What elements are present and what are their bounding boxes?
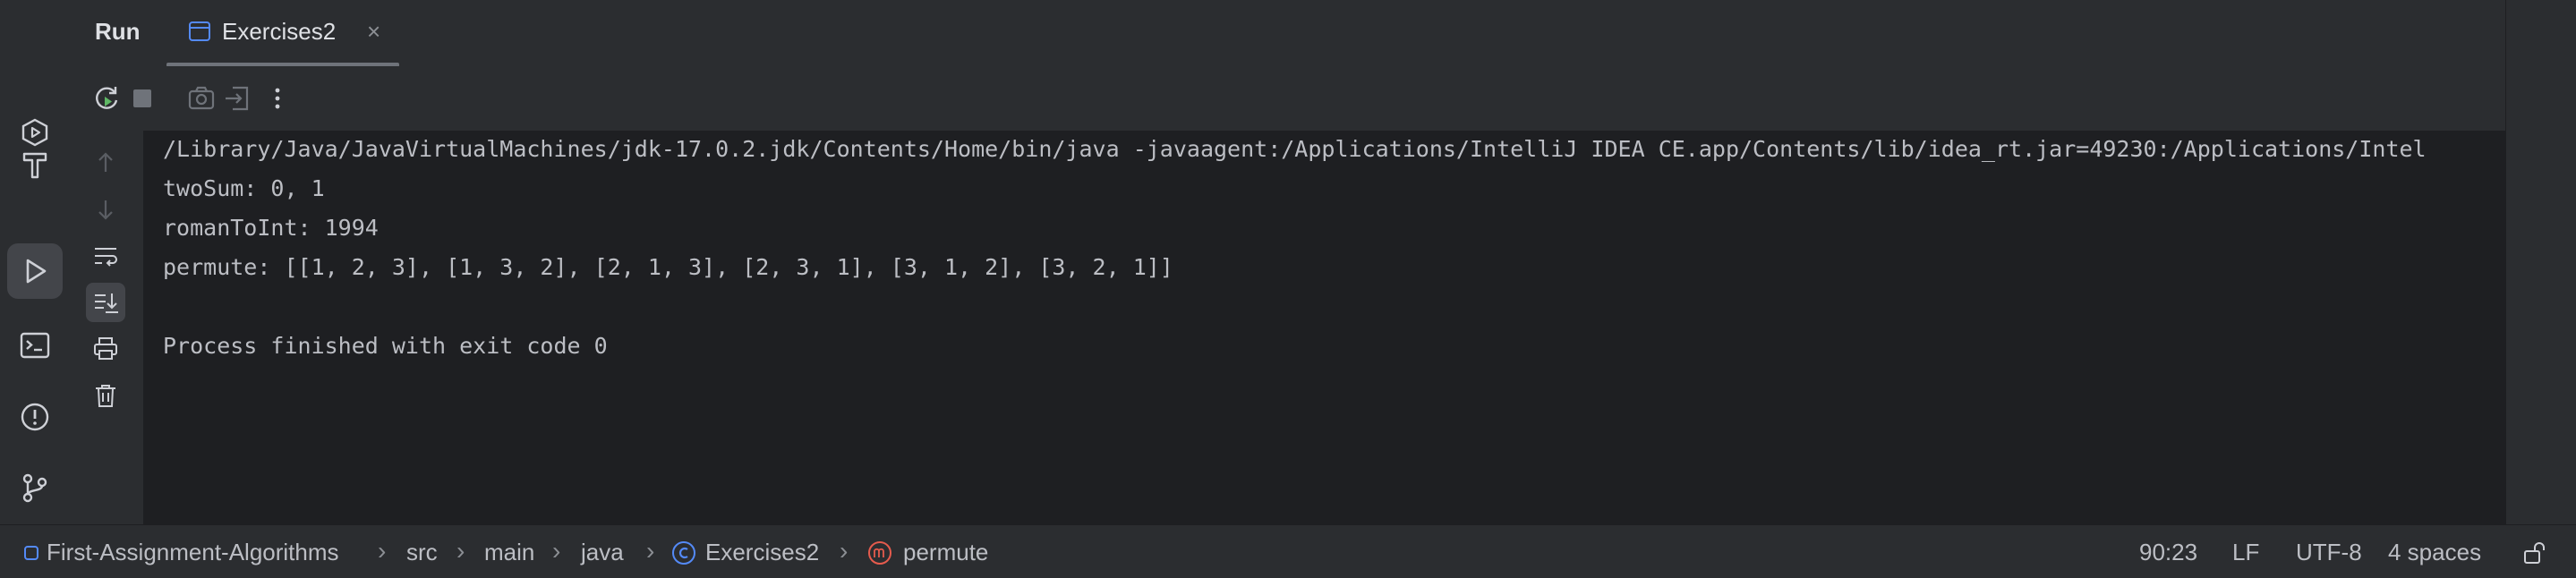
right-tool-strip (2505, 0, 2576, 524)
scroll-to-end-button[interactable] (86, 283, 125, 322)
git-icon (22, 473, 47, 503)
clear-button[interactable] (86, 376, 125, 415)
breadcrumb-project[interactable]: First-Assignment-Algorithms (47, 539, 339, 566)
chevron-right-icon: › (840, 537, 849, 565)
problems-icon (21, 403, 49, 431)
breadcrumb-class[interactable]: Exercises2 (705, 539, 819, 566)
run-header: Run Exercises2 × (72, 0, 2506, 67)
chevron-right-icon: › (646, 537, 655, 565)
lock-icon[interactable] (2521, 540, 2547, 566)
scroll-up-button[interactable] (86, 143, 125, 183)
breadcrumb-method[interactable]: permute (903, 539, 988, 566)
class-icon (672, 541, 695, 565)
terminal-button[interactable] (7, 318, 63, 373)
indent-setting[interactable]: 4 spaces (2388, 539, 2481, 566)
git-button[interactable] (7, 460, 63, 515)
clear-icon (96, 385, 115, 407)
run-tool-window: Run Exercises2 × /Library/Java/JavaVirtu… (0, 0, 2576, 578)
line-separator[interactable]: LF (2232, 539, 2259, 566)
console-line: Process finished with exit code 0 (163, 333, 608, 359)
status-bar: First-Assignment-Algorithms › src › main… (0, 524, 2576, 578)
console-actions (72, 131, 143, 524)
chevron-right-icon: › (552, 537, 561, 565)
tab-title: Exercises2 (222, 18, 337, 45)
chevron-right-icon: › (378, 537, 387, 565)
application-window-icon (189, 21, 210, 41)
run-icon (26, 259, 47, 284)
scroll-up-icon (98, 152, 113, 172)
stop-icon (133, 89, 151, 107)
run-tool-title: Run (95, 18, 141, 45)
scroll-down-icon (98, 200, 113, 220)
console-line: romanToInt: 1994 (163, 215, 379, 241)
breadcrumb-java[interactable]: java (581, 539, 624, 566)
exit-icon (226, 86, 249, 111)
print-button[interactable] (86, 329, 125, 369)
build-hammer-icon (22, 152, 47, 179)
chevron-right-icon: › (456, 537, 465, 565)
left-tool-strip (0, 0, 73, 524)
screenshot-icon (188, 86, 215, 110)
console-line: /Library/Java/JavaVirtualMachines/jdk-17… (163, 136, 2427, 162)
file-encoding[interactable]: UTF-8 (2296, 539, 2362, 566)
rerun-button[interactable] (89, 81, 124, 116)
problems-button[interactable] (7, 389, 63, 445)
soft-wrap-icon (95, 248, 117, 267)
run-tool-button[interactable] (7, 243, 63, 299)
screenshot-button[interactable] (183, 81, 219, 116)
console-line: permute: [[1, 2, 3], [1, 3, 2], [2, 1, 3… (163, 254, 1173, 280)
rerun-icon (96, 87, 118, 109)
stop-button[interactable] (124, 81, 160, 116)
tab-exercises2[interactable]: Exercises2 × (168, 0, 401, 66)
soft-wrap-button[interactable] (86, 236, 125, 276)
print-icon (94, 337, 117, 360)
breadcrumb-src[interactable]: src (406, 539, 438, 566)
exit-button[interactable] (219, 81, 255, 116)
caret-position[interactable]: 90:23 (2139, 539, 2197, 566)
tab-close-icon[interactable]: × (367, 18, 380, 46)
console-output[interactable]: /Library/Java/JavaVirtualMachines/jdk-17… (143, 131, 2506, 524)
module-icon (24, 546, 38, 560)
method-icon (868, 541, 891, 565)
run-toolbar (72, 66, 2506, 132)
scroll-down-button[interactable] (86, 190, 125, 229)
terminal-icon (20, 332, 50, 359)
scroll-to-end-icon (95, 293, 118, 313)
build-button-2[interactable] (7, 137, 63, 192)
more-icon (275, 88, 280, 109)
build-button[interactable] (7, 82, 63, 138)
console-line: twoSum: 0, 1 (163, 175, 325, 201)
more-actions-button[interactable] (260, 81, 295, 116)
breadcrumb-main[interactable]: main (484, 539, 534, 566)
